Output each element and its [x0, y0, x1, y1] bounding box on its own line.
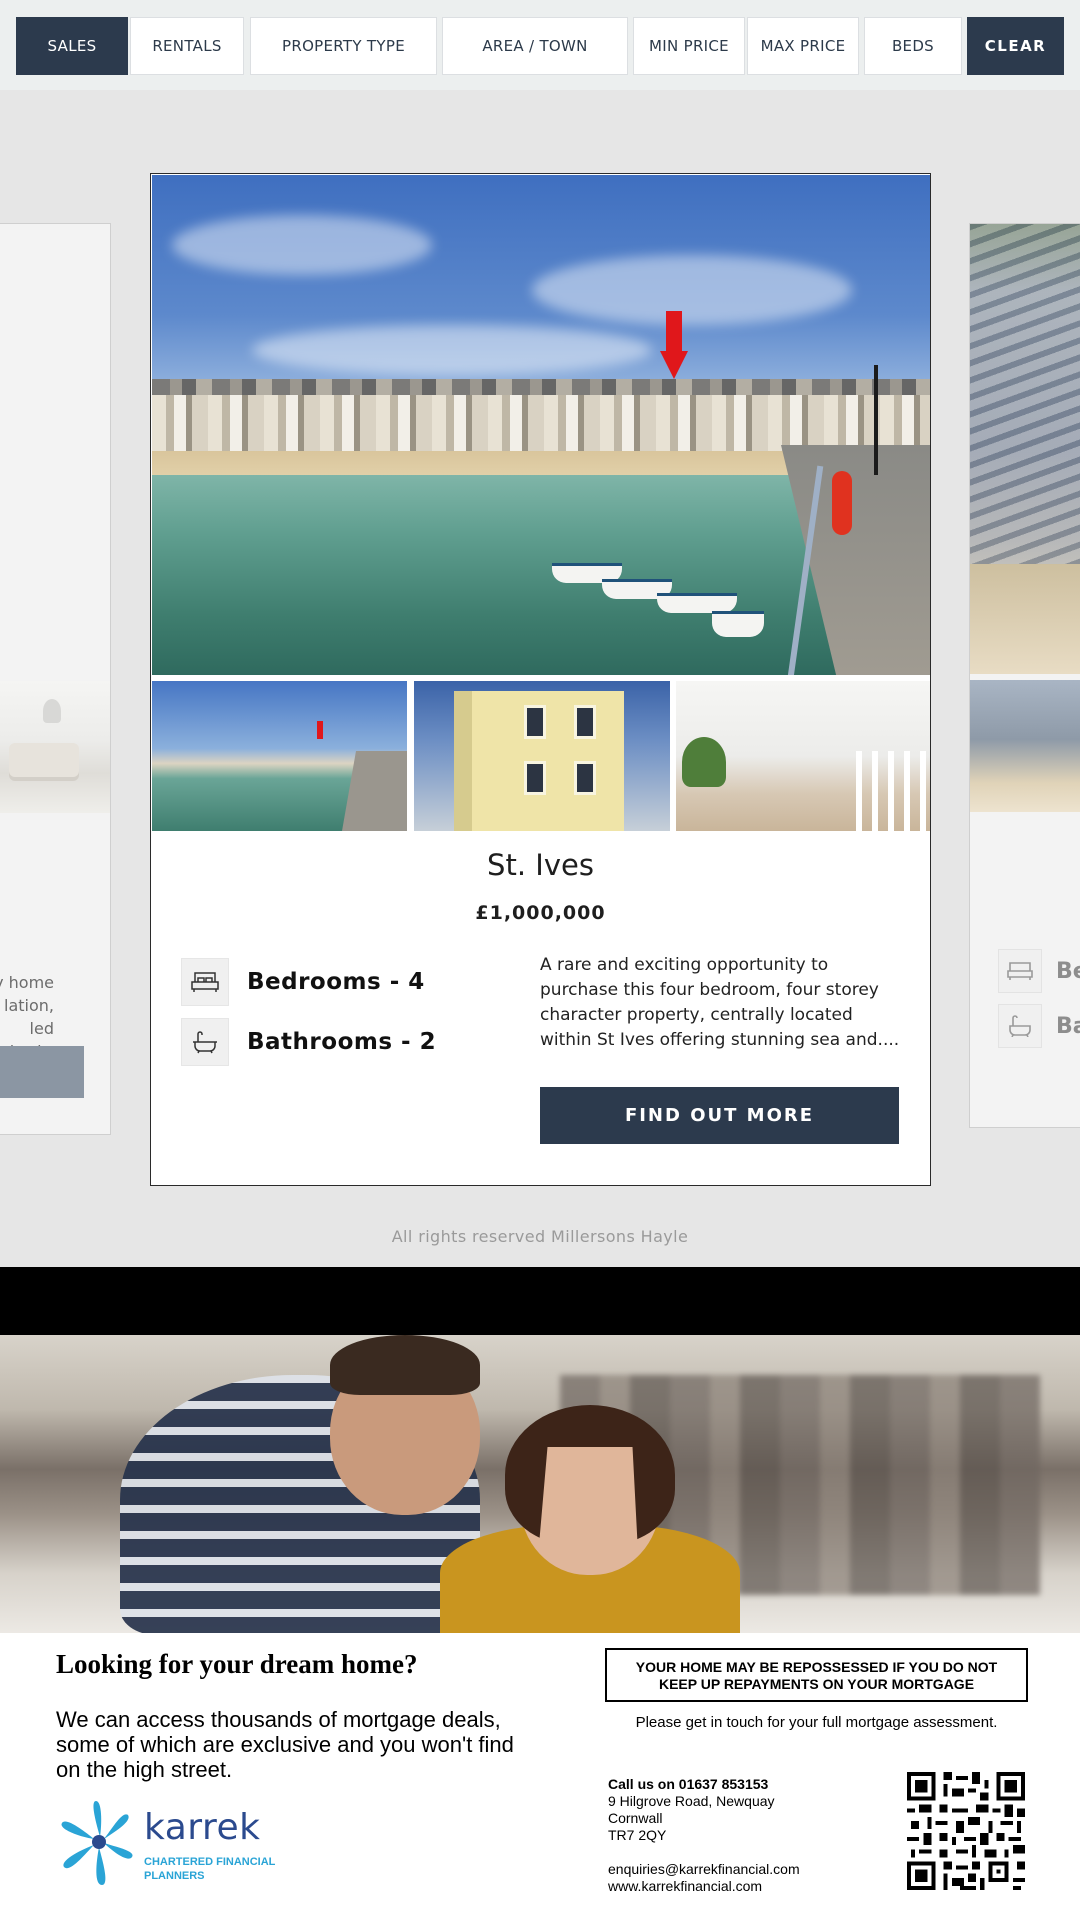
ad-copy: We can access thousands of mortgage deal… — [56, 1707, 514, 1782]
email-link[interactable]: enquiries@karrekfinancial.com — [608, 1861, 800, 1878]
next-listing-bedrooms: Be — [998, 949, 1080, 993]
filter-area-town-dropdown[interactable]: AREA / TOWN — [442, 17, 628, 75]
town-shape — [152, 379, 930, 453]
beach-shape — [970, 564, 1080, 674]
ad-couple-photo[interactable] — [0, 1335, 1080, 1633]
window-shape — [574, 705, 596, 739]
sofa-shape — [9, 743, 79, 777]
window-shape — [524, 761, 546, 795]
listing-thumbnail-2[interactable] — [414, 681, 670, 831]
clear-filters-button[interactable]: CLEAR — [967, 17, 1064, 75]
listing-title: St. Ives — [487, 848, 594, 882]
filter-beds-dropdown[interactable]: BEDS — [864, 17, 962, 75]
desc-line: led — [29, 1019, 54, 1038]
karrek-logo[interactable]: karrek CHARTERED FINANCIAL PLANNERS — [56, 1793, 316, 1893]
contact-details: Call us on 01637 853153 9 Hilgrove Road,… — [608, 1776, 800, 1895]
desc-line: ly home — [0, 973, 54, 992]
address-line: TR7 2QY — [608, 1827, 667, 1843]
warning-line: YOUR HOME MAY BE REPOSSESSED IF YOU DO N… — [635, 1659, 998, 1675]
repossession-warning: YOUR HOME MAY BE REPOSSESSED IF YOU DO N… — [605, 1648, 1028, 1702]
filter-rentals-tab[interactable]: RENTALS — [130, 17, 244, 75]
logo-tagline-line: CHARTERED FINANCIAL — [144, 1856, 276, 1868]
assessment-note: Please get in touch for your full mortga… — [635, 1714, 998, 1731]
roofline-shape — [152, 379, 930, 395]
address-line: Cornwall — [608, 1810, 663, 1826]
ad-headline: Looking for your dream home? — [56, 1649, 418, 1679]
bedrooms-label: Bedrooms - 4 — [247, 969, 425, 995]
listing-price: £1,000,000 — [475, 902, 606, 924]
next-listing-photo[interactable] — [970, 224, 1080, 674]
address-line: 9 Hilgrove Road, Newquay — [608, 1793, 775, 1809]
red-arrow-marker — [666, 311, 682, 351]
qr-code[interactable] — [907, 1772, 1025, 1890]
listing-main-photo[interactable] — [152, 175, 930, 675]
bed-icon — [181, 958, 229, 1006]
plant-shape — [682, 737, 726, 787]
staircase-rail-shape — [856, 751, 930, 831]
lamp-shape — [43, 699, 61, 723]
filter-sales-tab[interactable]: SALES — [16, 17, 128, 75]
logo-tagline-line: PLANNERS — [144, 1870, 205, 1882]
logo-wordmark: karrek — [144, 1807, 261, 1848]
find-out-more-button[interactable]: FIND OUT MORE — [540, 1087, 899, 1144]
listing-thumbnail-1[interactable] — [152, 681, 407, 831]
copyright-text: All rights reserved Millersons Hayle — [391, 1227, 689, 1246]
previous-listing-thumbnail[interactable] — [0, 681, 110, 813]
cloud-shape — [252, 325, 652, 375]
previous-listing-card[interactable]: ly home lation, led al viewing — [0, 223, 111, 1135]
website-link[interactable]: www.karrekfinancial.com — [608, 1878, 800, 1895]
filter-max-price-dropdown[interactable]: MAX PRICE — [747, 17, 859, 75]
logo-tagline: CHARTERED FINANCIAL PLANNERS — [144, 1855, 275, 1883]
cloud-shape — [532, 255, 852, 325]
filter-property-type-dropdown[interactable]: PROPERTY TYPE — [250, 17, 437, 75]
warning-line: KEEP UP REPAYMENTS ON YOUR MORTGAGE — [658, 1676, 975, 1692]
red-arrow-marker-head — [660, 351, 688, 379]
window-shape — [574, 761, 596, 795]
filter-bar: SALES RENTALS PROPERTY TYPE AREA / TOWN … — [0, 0, 1080, 90]
listing-description: A rare and exciting opportunity to purch… — [540, 955, 900, 1050]
bed-icon — [998, 949, 1042, 993]
phone-number[interactable]: Call us on 01637 853153 — [608, 1776, 800, 1793]
bath-icon — [181, 1018, 229, 1066]
bedrooms-spec: Bedrooms - 4 — [181, 958, 425, 1006]
red-arrow-marker — [317, 721, 323, 739]
boat-shape — [657, 593, 737, 613]
listing-thumbnail-strip — [152, 681, 930, 831]
bathrooms-label: Bathrooms - 2 — [247, 1029, 437, 1055]
man-hair-shape — [330, 1335, 480, 1395]
next-bedrooms-label: Be — [1056, 958, 1080, 984]
ad-separator-band — [0, 1267, 1080, 1335]
pier-shape — [342, 751, 407, 831]
filter-min-price-dropdown[interactable]: MIN PRICE — [633, 17, 745, 75]
next-listing-card[interactable]: Be Ba — [969, 223, 1080, 1128]
cloud-shape — [172, 215, 432, 275]
next-listing-thumbnail[interactable] — [970, 680, 1080, 812]
next-bathrooms-label: Ba — [1056, 1013, 1080, 1039]
boat-shape — [712, 611, 764, 637]
lifebuoy-shape — [832, 471, 852, 535]
bathrooms-spec: Bathrooms - 2 — [181, 1018, 436, 1066]
listing-thumbnail-3[interactable] — [676, 681, 930, 831]
bath-icon — [998, 1004, 1042, 1048]
next-listing-bathrooms: Ba — [998, 1004, 1080, 1048]
window-shape — [524, 705, 546, 739]
desc-line: lation, — [4, 996, 54, 1015]
listing-carousel: ly home lation, led al viewing Be Ba — [0, 90, 1080, 1267]
featured-listing-card: St. Ives £1,000,000 Bedrooms - 4 Bathroo… — [150, 173, 931, 1186]
karrek-star-logo — [61, 1801, 133, 1885]
lamp-post-shape — [874, 365, 878, 475]
mortgage-ad[interactable]: Looking for your dream home? We can acce… — [0, 1633, 1080, 1920]
previous-listing-button[interactable] — [0, 1046, 84, 1098]
